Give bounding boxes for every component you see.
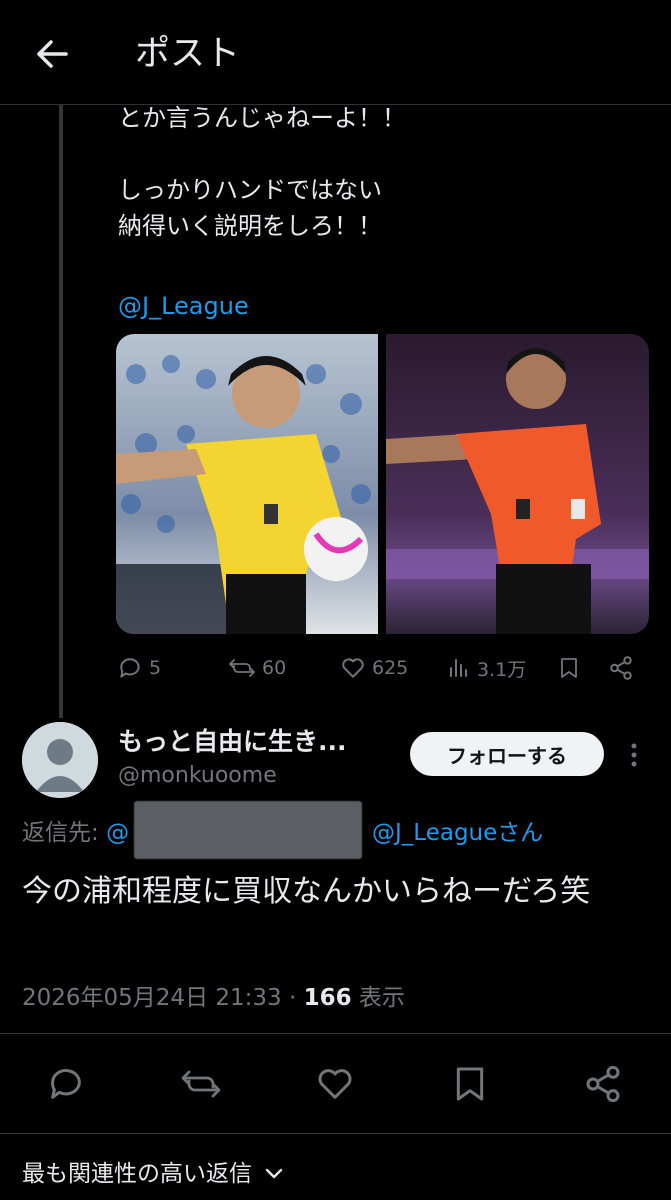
views-action[interactable]: 3.1万 xyxy=(447,652,526,684)
views-count: 3.1万 xyxy=(477,658,527,681)
heart-icon xyxy=(318,1069,352,1099)
reply-text: 今の浦和程度に買収なんかいらねーだろ笑 xyxy=(22,874,591,909)
repost-button[interactable] xyxy=(180,1064,221,1104)
share-action[interactable] xyxy=(608,652,634,684)
post-text-line: 納得いく説明をしろ！！ xyxy=(118,212,382,240)
repost-action[interactable]: 60 xyxy=(228,652,286,684)
more-options-icon[interactable] xyxy=(624,738,644,772)
replying-mention-redacted[interactable]: @ xyxy=(106,820,129,846)
share-button[interactable] xyxy=(583,1064,623,1104)
divider xyxy=(0,1033,671,1034)
chevron-down-icon xyxy=(265,1168,283,1179)
replying-to: 返信先: @ xyxy=(22,815,129,851)
reply-count: 5 xyxy=(149,657,162,679)
views-count: 166 xyxy=(303,985,352,1011)
repost-icon xyxy=(229,659,255,677)
bookmark-icon xyxy=(456,1067,484,1101)
bookmark-icon xyxy=(561,658,577,678)
divider xyxy=(0,1133,671,1134)
thread-line xyxy=(59,104,63,718)
top-bar: ポスト xyxy=(0,0,671,105)
share-icon xyxy=(586,1065,620,1103)
reply-sort-label: 最も関連性の高い返信 xyxy=(22,1161,252,1187)
reply-button[interactable] xyxy=(46,1064,86,1104)
post-text-line: しっかりハンドではない xyxy=(118,176,382,204)
timestamp-text: 2026年05月24日 21:33 · xyxy=(22,985,304,1011)
referee-photo-left[interactable] xyxy=(116,334,378,634)
views-label: 表示 xyxy=(351,985,405,1011)
comment-icon xyxy=(51,1069,81,1099)
default-avatar-icon xyxy=(22,722,98,798)
post-text-line: とか言うんじゃねーよ！！ xyxy=(118,104,406,132)
referee-photo-right[interactable] xyxy=(386,334,649,634)
bar-chart-icon xyxy=(450,659,467,677)
reply-sort-dropdown[interactable]: 最も関連性の高い返信 xyxy=(22,1156,284,1192)
like-action[interactable]: 625 xyxy=(340,652,408,684)
like-button[interactable] xyxy=(315,1064,355,1104)
bookmark-button[interactable] xyxy=(450,1064,490,1104)
reply-handle[interactable]: @monkuoome xyxy=(118,760,277,792)
post-mention-link[interactable]: @J_League xyxy=(118,288,249,324)
heart-icon xyxy=(342,658,364,678)
replying-mention[interactable]: @J_Leagueさん xyxy=(372,815,543,851)
reply-action[interactable]: 5 xyxy=(117,652,161,684)
post-media[interactable] xyxy=(116,334,649,634)
page-title: ポスト xyxy=(135,34,241,74)
like-count: 625 xyxy=(372,657,409,679)
repost-icon xyxy=(181,1070,221,1098)
reply-display-name[interactable]: もっと自由に生き... xyxy=(118,724,347,760)
redaction-box xyxy=(134,801,362,859)
post-timestamp: 2026年05月24日 21:33 · 166 表示 xyxy=(22,980,405,1016)
follow-button[interactable]: フォローする xyxy=(410,732,604,776)
replying-prefix: 返信先: xyxy=(22,820,107,846)
bookmark-action[interactable] xyxy=(557,652,581,684)
arrow-left-icon[interactable] xyxy=(28,30,76,78)
avatar[interactable] xyxy=(22,722,98,798)
repost-count: 60 xyxy=(262,657,287,679)
comment-icon xyxy=(120,658,140,678)
share-icon xyxy=(610,656,632,680)
